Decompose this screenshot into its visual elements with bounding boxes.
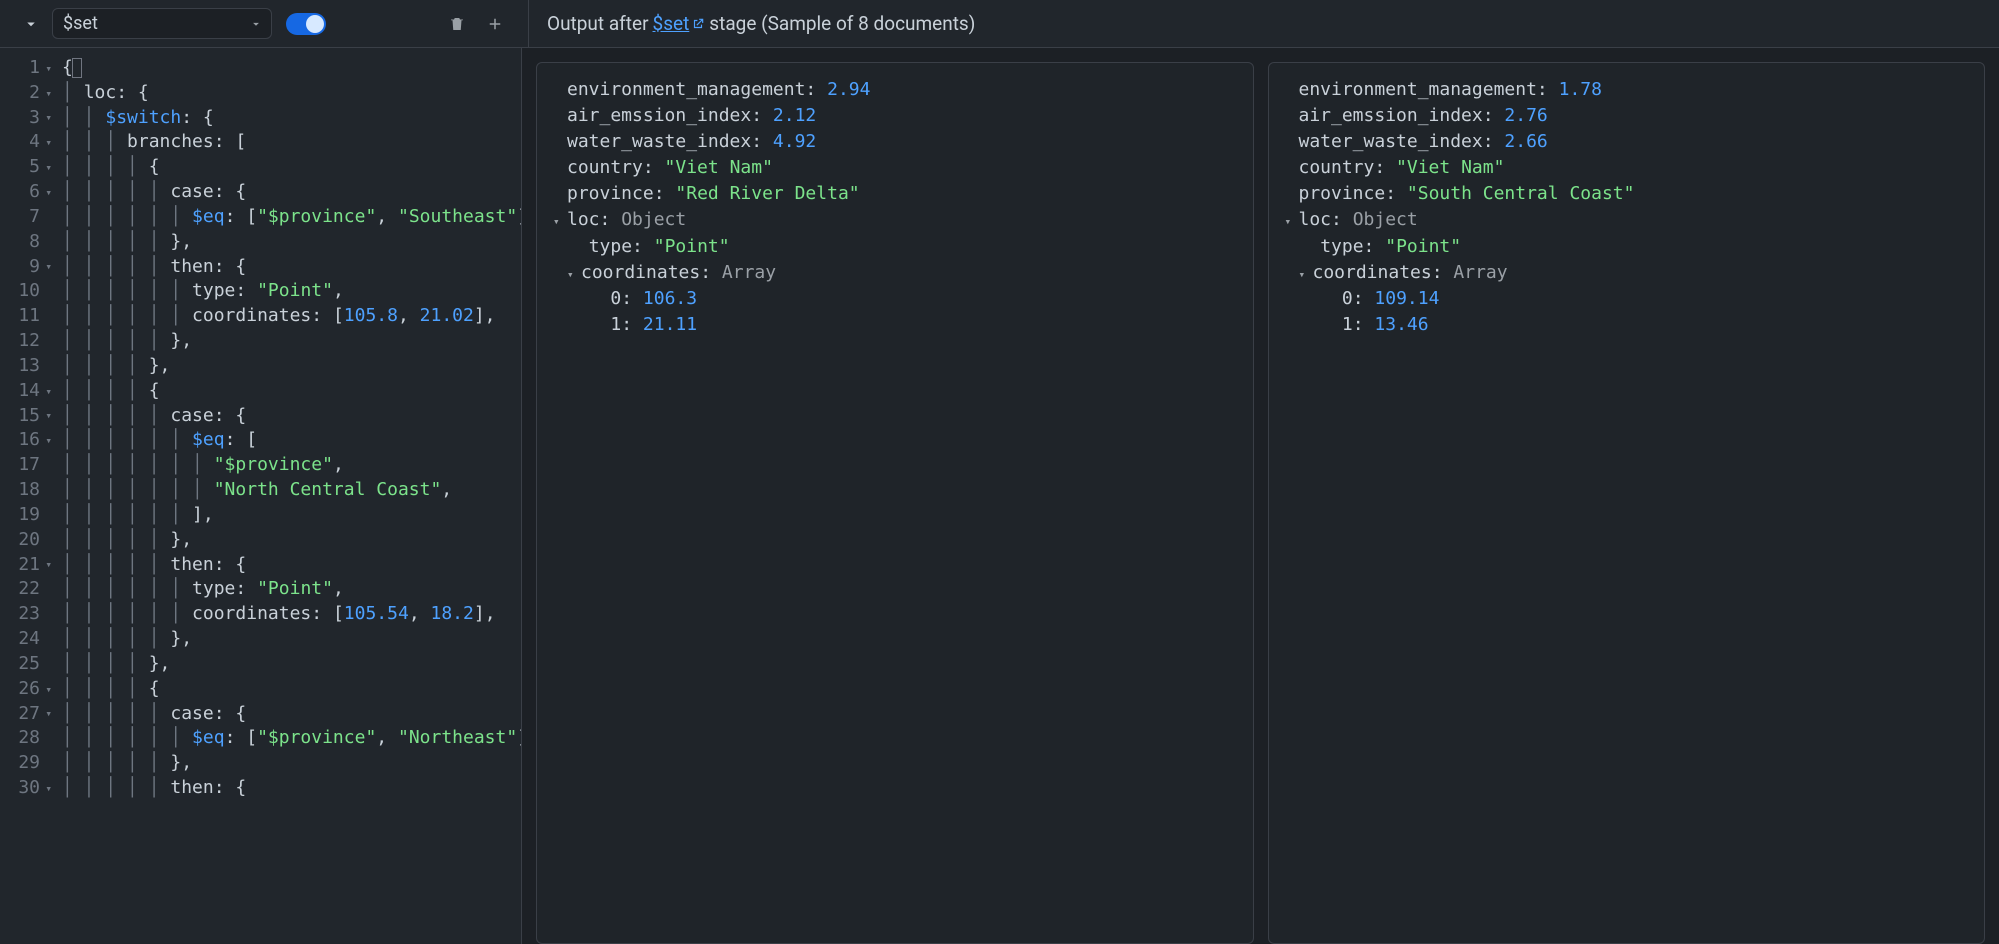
line-number: 20 <box>0 528 52 553</box>
code-line[interactable]: │ │ │ │ │ }, <box>62 329 521 354</box>
code-line[interactable]: │ │ │ │ │ │ coordinates: [105.8, 21.02], <box>62 304 521 329</box>
toolbar-divider <box>528 0 529 47</box>
expand-loc[interactable]: ▾loc: Object <box>1285 207 1969 233</box>
chevron-down-icon <box>22 15 40 33</box>
line-number: 9▾ <box>0 255 52 280</box>
line-number: 2▾ <box>0 81 52 106</box>
code-line[interactable]: │ │ │ │ │ case: { <box>62 404 521 429</box>
code-line[interactable]: │ │ │ │ │ }, <box>62 528 521 553</box>
document-card-0: environment_management: 2.94 air_emssion… <box>536 62 1254 944</box>
line-number: 11 <box>0 304 52 329</box>
trash-icon <box>448 15 466 33</box>
line-number: 21▾ <box>0 553 52 578</box>
code-line[interactable]: │ │ │ │ │ }, <box>62 230 521 255</box>
line-number: 19 <box>0 503 52 528</box>
line-number: 26▾ <box>0 677 52 702</box>
line-number: 13 <box>0 354 52 379</box>
code-line[interactable]: │ │ │ │ │ │ coordinates: [105.54, 18.2], <box>62 602 521 627</box>
line-number: 7 <box>0 205 52 230</box>
code-line[interactable]: │ │ │ │ │ then: { <box>62 776 521 801</box>
code-editor[interactable]: {│ loc: {│ │ $switch: {│ │ │ branches: [… <box>58 48 521 944</box>
output-suffix: stage (Sample of 8 documents) <box>709 12 975 35</box>
line-number: 12 <box>0 329 52 354</box>
caret-down-icon <box>249 17 263 31</box>
line-number: 28 <box>0 726 52 751</box>
expand-loc[interactable]: ▾loc: Object <box>553 207 1237 233</box>
delete-stage-button[interactable] <box>442 9 472 39</box>
line-number: 3▾ <box>0 106 52 131</box>
line-number: 15▾ <box>0 404 52 429</box>
stage-operator-select[interactable]: $set <box>52 8 272 39</box>
code-line[interactable]: │ │ │ │ │ then: { <box>62 255 521 280</box>
line-number: 4▾ <box>0 130 52 155</box>
code-line[interactable]: │ │ │ │ }, <box>62 652 521 677</box>
code-line[interactable]: │ │ │ │ }, <box>62 354 521 379</box>
code-line[interactable]: │ │ │ │ │ case: { <box>62 180 521 205</box>
code-line[interactable]: │ │ │ │ │ │ │ "$province", <box>62 453 521 478</box>
line-number: 10 <box>0 279 52 304</box>
stage-toolbar: $set Output after $set stage (Sample of … <box>0 0 1999 48</box>
stage-docs-link-text: $set <box>653 12 690 35</box>
output-pane: environment_management: 2.94 air_emssion… <box>522 48 1999 944</box>
line-number: 8 <box>0 230 52 255</box>
editor-pane: 1▾2▾3▾4▾5▾6▾789▾1011121314▾15▾16▾1718192… <box>0 48 522 944</box>
code-line[interactable]: │ │ │ │ │ │ $eq: [ <box>62 428 521 453</box>
code-line[interactable]: │ loc: { <box>62 81 521 106</box>
line-number: 22 <box>0 577 52 602</box>
code-line[interactable]: │ │ │ │ │ │ ], <box>62 503 521 528</box>
code-line[interactable]: │ │ │ │ │ │ │ "North Central Coast", <box>62 478 521 503</box>
document-card-1: environment_management: 1.78 air_emssion… <box>1268 62 1986 944</box>
code-line[interactable]: │ │ │ │ │ │ $eq: ["$province", "Northeas… <box>62 726 521 751</box>
output-prefix: Output after <box>547 12 649 35</box>
code-line[interactable]: │ │ │ │ │ }, <box>62 751 521 776</box>
code-line[interactable]: │ │ $switch: { <box>62 106 521 131</box>
line-number: 5▾ <box>0 155 52 180</box>
external-link-icon <box>691 17 705 31</box>
line-number: 17 <box>0 453 52 478</box>
add-stage-button[interactable] <box>480 9 510 39</box>
code-line[interactable]: │ │ │ │ │ then: { <box>62 553 521 578</box>
code-line[interactable]: │ │ │ │ │ │ type: "Point", <box>62 279 521 304</box>
expand-coordinates[interactable]: ▾coordinates: Array <box>553 260 1237 286</box>
line-gutter: 1▾2▾3▾4▾5▾6▾789▾1011121314▾15▾16▾1718192… <box>0 48 58 944</box>
line-number: 27▾ <box>0 702 52 727</box>
line-number: 23 <box>0 602 52 627</box>
stage-enabled-toggle[interactable] <box>286 13 326 35</box>
code-line[interactable]: │ │ │ │ │ │ type: "Point", <box>62 577 521 602</box>
code-line[interactable]: { <box>62 56 521 81</box>
stage-docs-link[interactable]: $set <box>653 12 706 35</box>
line-number: 25 <box>0 652 52 677</box>
line-number: 16▾ <box>0 428 52 453</box>
line-number: 18 <box>0 478 52 503</box>
code-line[interactable]: │ │ │ │ │ }, <box>62 627 521 652</box>
app-root: $set Output after $set stage (Sample of … <box>0 0 1999 944</box>
line-number: 14▾ <box>0 379 52 404</box>
line-number: 1▾ <box>0 56 52 81</box>
collapse-stage-button[interactable] <box>18 11 44 37</box>
code-line[interactable]: │ │ │ branches: [ <box>62 130 521 155</box>
line-number: 29 <box>0 751 52 776</box>
code-line[interactable]: │ │ │ │ { <box>62 155 521 180</box>
plus-icon <box>486 15 504 33</box>
code-line[interactable]: │ │ │ │ { <box>62 677 521 702</box>
code-line[interactable]: │ │ │ │ │ case: { <box>62 702 521 727</box>
line-number: 6▾ <box>0 180 52 205</box>
code-line[interactable]: │ │ │ │ │ │ $eq: ["$province", "Southeas… <box>62 205 521 230</box>
stage-operator-value: $set <box>63 13 98 34</box>
expand-coordinates[interactable]: ▾coordinates: Array <box>1285 260 1969 286</box>
cursor <box>72 58 82 78</box>
output-header: Output after $set stage (Sample of 8 doc… <box>547 12 975 35</box>
toggle-knob <box>306 15 324 33</box>
main-split: 1▾2▾3▾4▾5▾6▾789▾1011121314▾15▾16▾1718192… <box>0 48 1999 944</box>
line-number: 24 <box>0 627 52 652</box>
code-line[interactable]: │ │ │ │ { <box>62 379 521 404</box>
line-number: 30▾ <box>0 776 52 801</box>
